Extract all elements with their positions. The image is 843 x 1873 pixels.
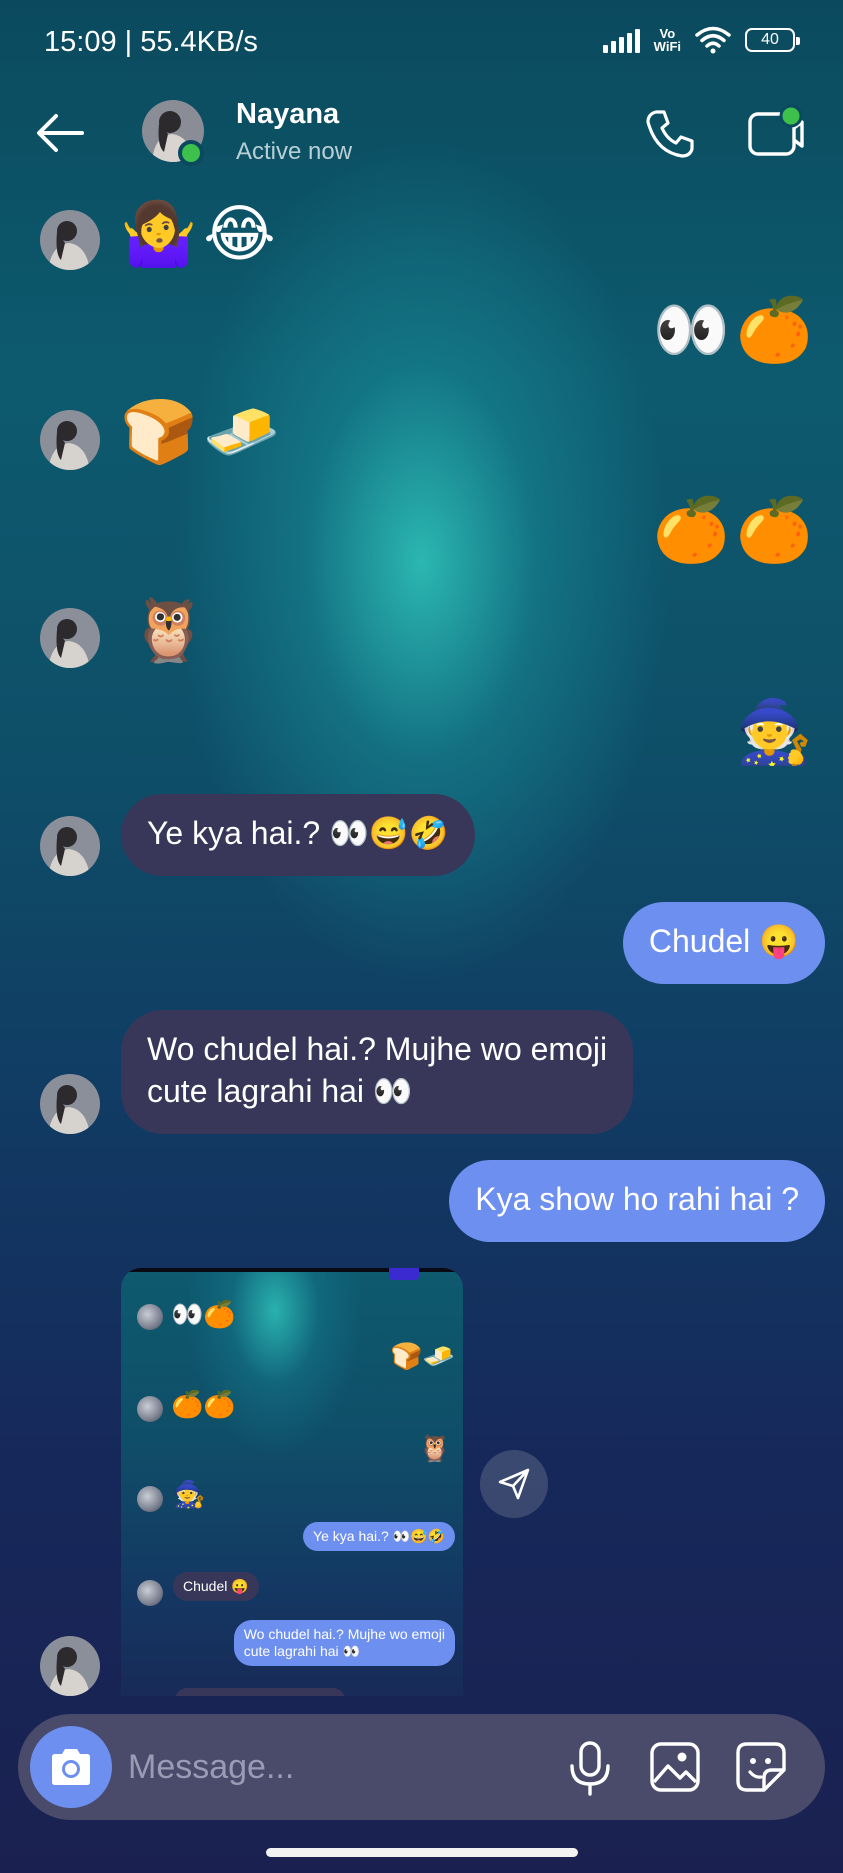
mini-incoming-bubble: Chudel 😛 (173, 1572, 259, 1601)
mini-emoji: 🦉 (418, 1434, 451, 1464)
emoji: 🍊 (735, 293, 813, 366)
sender-avatar[interactable] (40, 1074, 100, 1134)
message-emoji[interactable]: 🍞 🧈 (120, 396, 280, 468)
sender-avatar[interactable] (40, 410, 100, 470)
sticker-icon (736, 1742, 786, 1792)
emoji: 🦉 (130, 593, 208, 666)
outgoing-message[interactable]: Kya show ho rahi hai ? (449, 1160, 825, 1242)
image-icon (650, 1742, 700, 1792)
microphone-icon (570, 1741, 610, 1796)
sender-avatar[interactable] (40, 1636, 100, 1696)
wifi-icon (695, 26, 731, 54)
video-call-icon (748, 104, 804, 156)
signal-icon (602, 27, 640, 53)
message-emoji[interactable]: 🤷‍♀️ 😂 (120, 198, 276, 270)
sticker-button[interactable] (734, 1740, 788, 1794)
mini-avatar (137, 1304, 163, 1330)
camera-button[interactable] (30, 1726, 112, 1808)
message-input[interactable] (128, 1738, 548, 1796)
phone-icon (646, 110, 694, 158)
message-emoji[interactable]: 🧙 (736, 696, 813, 768)
outgoing-message[interactable]: Chudel 😛 (622, 902, 825, 984)
online-indicator (178, 140, 204, 166)
emoji: 🍞 (120, 395, 198, 468)
status-indicators: Vo WiFi 40 (602, 26, 800, 54)
mini-avatar (137, 1580, 163, 1606)
incoming-message[interactable]: Ye kya hai.? 👀😅🤣 (121, 794, 475, 876)
status-time: 15:09 | 55.4KB/s (44, 26, 258, 58)
contact-name[interactable]: Nayana (236, 98, 339, 131)
voice-call-button[interactable] (642, 106, 698, 162)
back-button[interactable] (30, 108, 90, 158)
camera-icon (52, 1749, 90, 1785)
battery-indicator: 40 (745, 28, 800, 52)
gallery-button[interactable] (648, 1740, 702, 1794)
mini-emoji: 🧙 (173, 1480, 206, 1510)
mini-outgoing-bubble: Ye kya hai.? 👀😅🤣 (303, 1522, 455, 1551)
contact-status: Active now (236, 138, 353, 165)
sender-avatar[interactable] (40, 608, 100, 668)
emoji: 👀 (652, 293, 730, 366)
emoji: 🤷‍♀️ (120, 197, 198, 270)
mini-emoji: 🍊🍊 (171, 1390, 236, 1420)
shared-screenshot[interactable]: 👀🍊 🍞🧈 🍊🍊 🦉 🧙 Ye kya hai.? 👀😅🤣 Chudel 😛 W… (121, 1268, 463, 1696)
back-arrow-icon (37, 114, 84, 152)
send-icon (498, 1468, 530, 1500)
incoming-message[interactable]: Wo chudel hai.? Mujhe wo emoji cute lagr… (121, 1010, 634, 1134)
emoji: 🍊 (735, 493, 813, 566)
home-indicator[interactable] (266, 1848, 578, 1857)
sender-avatar[interactable] (40, 210, 100, 270)
mini-emoji: 🍞🧈 (390, 1342, 455, 1372)
emoji: 😂 (203, 197, 276, 270)
mini-emoji: 👀🍊 (171, 1300, 236, 1330)
mini-avatar (137, 1486, 163, 1512)
emoji: 🧈 (203, 395, 281, 468)
message-emoji[interactable]: 👀 🍊 (653, 294, 813, 366)
vowifi-label: Vo WiFi (653, 26, 681, 54)
message-text-line: Wo chudel hai.? Mujhe wo emoji (147, 1031, 608, 1067)
mini-outgoing-bubble: Wo chudel hai.? Mujhe wo emoji cute lagr… (233, 1620, 455, 1666)
message-emoji[interactable]: 🍊 🍊 (653, 494, 813, 566)
emoji: 🍊 (652, 493, 730, 566)
emoji: 🧙 (735, 695, 813, 768)
share-button[interactable] (480, 1450, 548, 1518)
voice-message-button[interactable] (564, 1740, 616, 1796)
message-emoji[interactable]: 🦉 (130, 594, 207, 666)
mini-avatar (137, 1396, 163, 1422)
video-call-button[interactable] (744, 104, 806, 160)
sender-avatar[interactable] (40, 816, 100, 876)
message-text-line: cute lagrahi hai 👀 (147, 1073, 413, 1109)
